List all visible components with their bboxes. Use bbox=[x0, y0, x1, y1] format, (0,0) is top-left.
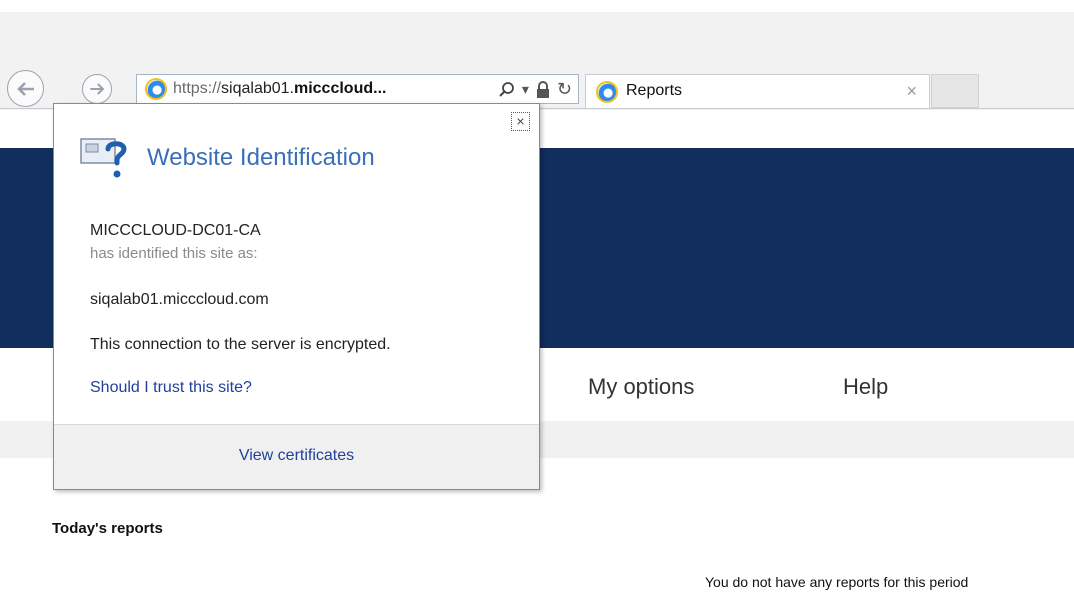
nav-help[interactable]: Help bbox=[843, 374, 888, 400]
refresh-icon[interactable]: ↻ bbox=[557, 79, 572, 100]
encryption-status: This connection to the server is encrypt… bbox=[90, 336, 391, 353]
back-button[interactable] bbox=[7, 70, 44, 107]
address-protocol: https:// bbox=[173, 80, 222, 97]
address-bar[interactable]: https://siqalab01.micccloud... ▾ ↻ bbox=[136, 74, 579, 104]
address-host-part2: micccloud... bbox=[293, 80, 387, 97]
ie-logo-icon bbox=[596, 81, 618, 103]
forward-arrow-icon bbox=[90, 83, 105, 95]
site-name: siqalab01.micccloud.com bbox=[90, 291, 269, 308]
tab-close-icon[interactable]: × bbox=[906, 81, 917, 102]
tab-title: Reports bbox=[626, 82, 683, 99]
section-heading: Today's reports bbox=[52, 520, 163, 537]
address-host-part1: siqalab01. bbox=[221, 80, 294, 97]
back-arrow-icon bbox=[16, 81, 34, 96]
popup-title: Website Identification bbox=[147, 144, 375, 171]
window-top-edge bbox=[0, 0, 1074, 12]
view-certificates-link[interactable]: View certificates bbox=[54, 447, 539, 465]
issuer-name: MICCCLOUD-DC01-CA bbox=[90, 222, 261, 239]
nav-my-options[interactable]: My options bbox=[588, 374, 694, 400]
search-icon[interactable] bbox=[498, 81, 516, 99]
popup-close-button[interactable]: × bbox=[511, 112, 530, 131]
lock-icon[interactable] bbox=[535, 80, 551, 99]
certificate-question-icon bbox=[80, 138, 127, 178]
identified-label: has identified this site as: bbox=[90, 245, 258, 262]
address-dropdown-icon[interactable]: ▾ bbox=[522, 81, 529, 98]
website-identification-popup: × Website Identification MICCCLOUD-DC01-… bbox=[53, 103, 540, 490]
tab-reports[interactable]: Reports × bbox=[585, 74, 930, 108]
empty-reports-message: You do not have any reports for this per… bbox=[705, 574, 969, 590]
address-url[interactable]: https://siqalab01.micccloud... bbox=[173, 80, 386, 98]
new-tab-button[interactable] bbox=[931, 74, 979, 108]
address-icons: ▾ ↻ bbox=[498, 79, 572, 100]
popup-footer: View certificates bbox=[54, 424, 539, 489]
trust-site-link[interactable]: Should I trust this site? bbox=[90, 379, 252, 397]
forward-button[interactable] bbox=[82, 74, 112, 104]
ie-logo-icon bbox=[145, 78, 167, 100]
